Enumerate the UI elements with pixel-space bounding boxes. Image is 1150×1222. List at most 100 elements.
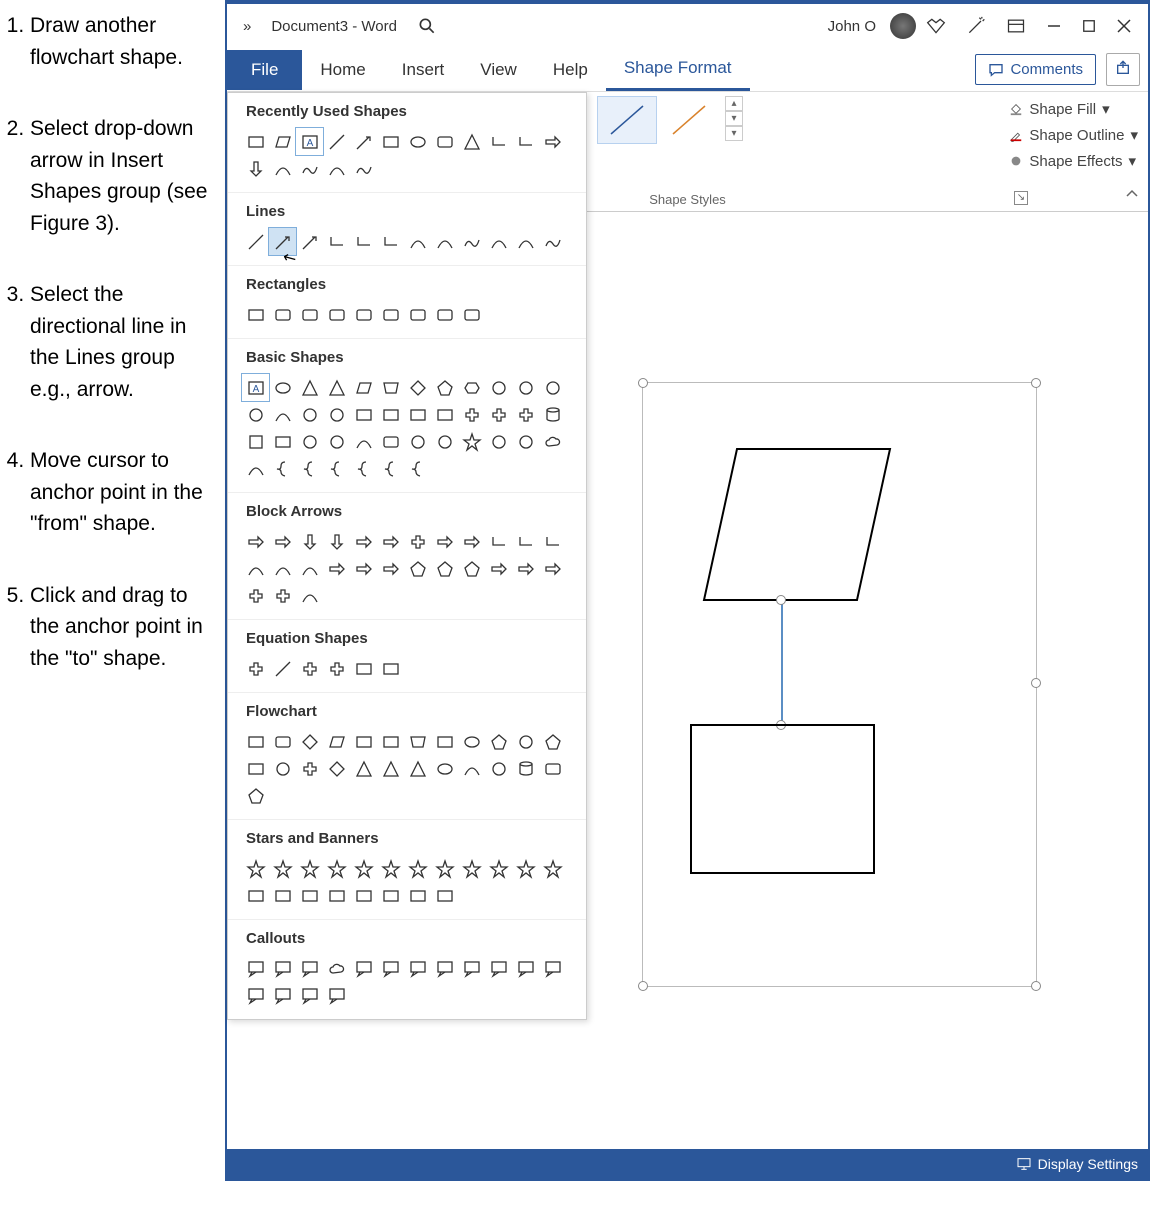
shape-elbow[interactable] [323,228,350,255]
shape-pent[interactable] [431,555,458,582]
shape-star[interactable] [431,855,458,882]
overflow-button[interactable]: » [233,4,261,48]
shape-star[interactable] [323,855,350,882]
shape-star[interactable] [404,855,431,882]
shape-elbow[interactable] [485,128,512,155]
maximize-button[interactable] [1072,4,1106,48]
shape-circle[interactable] [512,374,539,401]
premium-icon[interactable] [916,4,956,48]
tab-file[interactable]: File [227,50,302,90]
shape-curve[interactable] [404,228,431,255]
shape-callout[interactable] [323,982,350,1009]
shape-circle[interactable] [485,374,512,401]
shape-circle[interactable] [323,401,350,428]
shape-star[interactable] [350,855,377,882]
shape-roundrect[interactable] [431,301,458,328]
shape-plus[interactable] [323,655,350,682]
gallery-spinner[interactable]: ▴ ▾ ▾ [725,96,743,144]
shape-arrowD[interactable] [296,528,323,555]
shape-linearrow[interactable] [350,128,377,155]
shape-rect[interactable] [323,882,350,909]
shape-star[interactable] [296,855,323,882]
shape-plus[interactable] [296,655,323,682]
shape-roundrect[interactable] [377,301,404,328]
shape-circle[interactable] [296,401,323,428]
shape-rect[interactable] [377,882,404,909]
shape-callout[interactable] [350,955,377,982]
shape-textbox[interactable]: A [296,128,323,155]
shape-circle[interactable] [242,401,269,428]
shape-plus[interactable] [242,655,269,682]
shape-cylinder[interactable] [539,401,566,428]
shape-plus[interactable] [404,528,431,555]
shape-elbow[interactable] [512,528,539,555]
shape-line[interactable] [242,228,269,255]
shape-arrowR[interactable] [323,555,350,582]
shape-callout[interactable] [485,955,512,982]
shape-plus[interactable] [512,401,539,428]
shape-curve[interactable] [269,555,296,582]
shape-elbow[interactable] [350,228,377,255]
shape-arrowR[interactable] [539,555,566,582]
selection-handle[interactable] [638,378,648,388]
shape-arrowR[interactable] [431,528,458,555]
shape-roundrect[interactable] [296,301,323,328]
gallery-down-icon[interactable]: ▾ [725,111,743,126]
shape-pent[interactable] [242,782,269,809]
shape-tri[interactable] [323,374,350,401]
shape-roundrect[interactable] [539,755,566,782]
shape-rect[interactable] [404,401,431,428]
shape-rect[interactable] [350,655,377,682]
shape-curve[interactable] [458,755,485,782]
shape-curve[interactable] [485,228,512,255]
shape-arrowR[interactable] [539,128,566,155]
search-button[interactable] [407,4,447,48]
shape-oval[interactable] [431,755,458,782]
shape-pent[interactable] [458,555,485,582]
shape-para[interactable] [323,728,350,755]
shape-circle[interactable] [485,428,512,455]
shape-circle[interactable] [512,428,539,455]
shape-rect[interactable] [404,882,431,909]
shape-circle[interactable] [512,728,539,755]
tab-help[interactable]: Help [535,50,606,90]
shape-brace[interactable] [404,455,431,482]
shape-line[interactable] [323,128,350,155]
magic-icon[interactable] [956,4,996,48]
shape-rect[interactable] [242,301,269,328]
shape-cloud[interactable] [323,955,350,982]
shape-curve[interactable] [296,555,323,582]
shape-arrowD[interactable] [323,528,350,555]
shape-diamond[interactable] [404,374,431,401]
shape-star[interactable] [269,855,296,882]
shape-callout[interactable] [539,955,566,982]
flowchart-rectangle[interactable] [690,724,875,874]
shape-curve[interactable] [269,401,296,428]
shape-scribble[interactable] [296,155,323,182]
shape-curve[interactable] [296,582,323,609]
shape-plus[interactable] [485,401,512,428]
shape-brace[interactable] [350,455,377,482]
tab-home[interactable]: Home [302,50,383,90]
shape-curve[interactable] [242,555,269,582]
shape-curve[interactable] [242,455,269,482]
tab-insert[interactable]: Insert [384,50,463,90]
shape-star[interactable] [458,855,485,882]
shape-rect[interactable] [242,728,269,755]
shape-rect[interactable] [431,401,458,428]
shape-plus[interactable] [458,401,485,428]
shape-rect[interactable] [296,882,323,909]
shape-callout[interactable] [296,982,323,1009]
shape-plus[interactable] [296,755,323,782]
shape-rect[interactable] [350,882,377,909]
shape-curve[interactable] [512,228,539,255]
shape-star[interactable] [377,855,404,882]
shape-roundrect[interactable] [377,428,404,455]
shape-circle[interactable] [485,755,512,782]
shape-scribble[interactable] [458,228,485,255]
shape-arrowR[interactable] [242,528,269,555]
selection-handle[interactable] [638,981,648,991]
shape-circle[interactable] [323,428,350,455]
shape-pent[interactable] [539,728,566,755]
shape-rect[interactable] [269,882,296,909]
